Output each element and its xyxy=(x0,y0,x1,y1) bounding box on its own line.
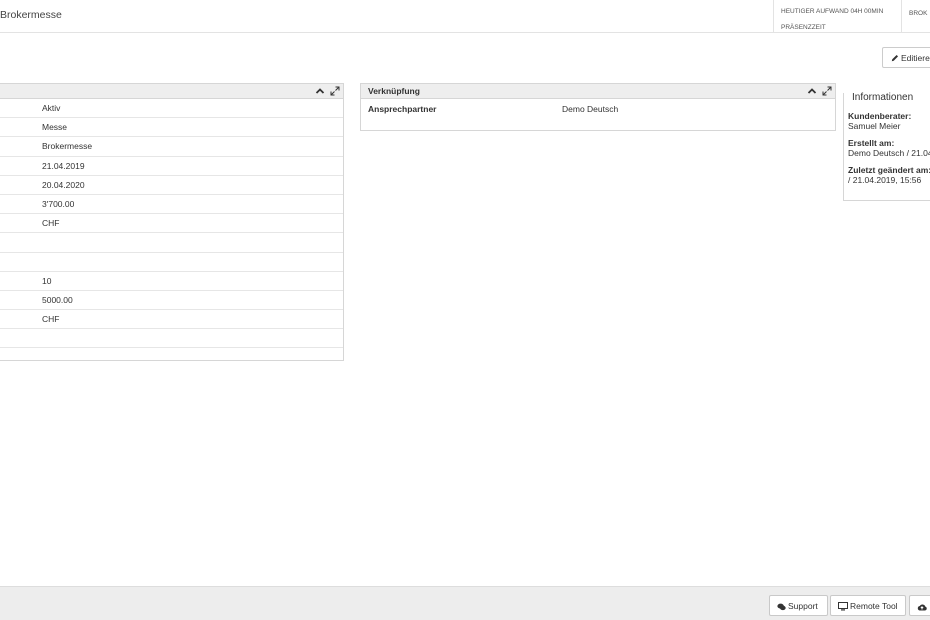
details-row: 20.04.2020 xyxy=(0,176,343,195)
details-list: Aktiv Messe Brokermesse 21.04.2019 20.04… xyxy=(0,99,343,349)
top-bar: Brokermesse HEUTIGER AUFWAND 04H 00MIN P… xyxy=(0,0,930,33)
effort-widget[interactable]: HEUTIGER AUFWAND 04H 00MIN PRÄSENZZEIT xyxy=(773,0,901,33)
details-row: 21.04.2019 xyxy=(0,157,343,176)
modified-label: Zuletzt geändert am: xyxy=(848,165,930,175)
details-row: Messe xyxy=(0,118,343,138)
advisor-value: Samuel Meier xyxy=(848,121,901,131)
details-row: CHF xyxy=(0,214,343,234)
details-value: 20.04.2020 xyxy=(42,179,85,190)
expand-icon[interactable] xyxy=(330,85,340,97)
expand-icon[interactable] xyxy=(822,85,832,97)
chat-icon xyxy=(777,603,786,611)
created-value: Demo Deutsch / 21.04 xyxy=(848,148,930,158)
details-row: Aktiv xyxy=(0,99,343,119)
cloud-upload-icon xyxy=(917,604,927,611)
info-body: Kundenberater: Samuel Meier Erstellt am:… xyxy=(848,111,930,192)
details-value: 10 xyxy=(42,275,52,286)
footer-bar: Support Remote Tool xyxy=(0,586,930,620)
edit-button-label: Editiere xyxy=(901,53,930,63)
details-row: Brokermesse xyxy=(0,137,343,157)
details-value: Aktiv xyxy=(42,103,61,113)
details-value: Messe xyxy=(42,122,68,133)
page-title: Brokermesse xyxy=(0,9,62,21)
info-box: Informationen Kundenberater: Samuel Meie… xyxy=(843,92,930,201)
remote-tool-button[interactable]: Remote Tool xyxy=(830,595,906,616)
support-label: Support xyxy=(788,601,818,611)
support-button[interactable]: Support xyxy=(769,595,828,616)
link-panel-title: Verknüpfung xyxy=(368,86,420,96)
details-row: CHF xyxy=(0,310,343,330)
details-row: 3'700.00 xyxy=(0,195,343,215)
monitor-icon xyxy=(838,602,848,611)
created-label: Erstellt am: xyxy=(848,138,895,148)
details-row: 5000.00 xyxy=(0,291,343,311)
details-panel: Aktiv Messe Brokermesse 21.04.2019 20.04… xyxy=(0,83,344,361)
details-value: 5000.00 xyxy=(42,294,73,305)
edit-button[interactable]: Editiere xyxy=(882,47,930,68)
details-value: 21.04.2019 xyxy=(42,160,85,171)
modified-value: / 21.04.2019, 15:56 xyxy=(848,175,922,185)
remote-tool-label: Remote Tool xyxy=(850,601,898,611)
link-label: Ansprechpartner xyxy=(368,104,437,114)
link-row: Ansprechpartner Demo Deutsch xyxy=(361,99,835,119)
link-panel-header: Verknüpfung xyxy=(361,84,835,99)
link-panel: Verknüpfung Ansprechpartner Demo Deutsch xyxy=(360,83,836,131)
details-row xyxy=(0,253,343,272)
top-right-menu[interactable]: BROK xyxy=(901,0,930,33)
details-value: 3'700.00 xyxy=(42,198,75,209)
details-value: CHF xyxy=(42,218,60,229)
advisor-label: Kundenberater: xyxy=(848,111,912,121)
link-value[interactable]: Demo Deutsch xyxy=(562,104,618,114)
cloud-button[interactable] xyxy=(909,595,930,616)
presence-label: PRÄSENZZEIT xyxy=(781,24,826,31)
details-row xyxy=(0,233,343,253)
collapse-icon[interactable] xyxy=(315,85,325,97)
details-value: Brokermesse xyxy=(42,141,93,152)
pencil-icon xyxy=(891,54,899,62)
collapse-icon[interactable] xyxy=(807,85,817,97)
details-row: 10 xyxy=(0,272,343,291)
details-row xyxy=(0,329,343,349)
details-value: CHF xyxy=(42,314,60,325)
info-title: Informationen xyxy=(851,92,915,103)
effort-label: HEUTIGER AUFWAND 04H 00MIN xyxy=(781,8,884,15)
details-panel-header xyxy=(0,84,343,99)
